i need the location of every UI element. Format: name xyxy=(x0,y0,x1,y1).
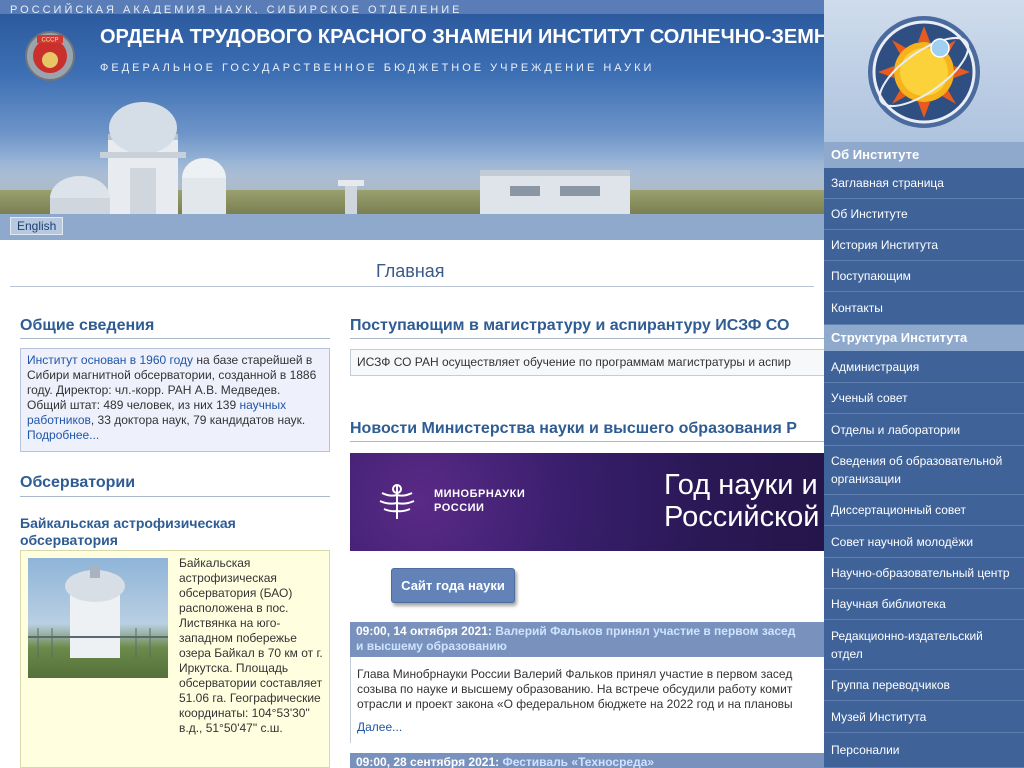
founded-link[interactable]: Институт основан в 1960 году xyxy=(27,353,193,367)
news-item-time: 09:00, 28 сентября 2021: xyxy=(356,755,500,768)
nav-item-personalia[interactable]: Персоналии xyxy=(824,733,1024,768)
nav-item-administration[interactable]: Администрация xyxy=(824,351,1024,383)
english-language-button[interactable]: English xyxy=(10,217,64,235)
right-sidebar: Об Институте Заглавная страница Об Инсти… xyxy=(824,0,1024,768)
general-info-box: Институт основан в 1960 году на базе ста… xyxy=(20,348,330,452)
nav-item-museum[interactable]: Музей Института xyxy=(824,701,1024,733)
nav-item-departments[interactable]: Отделы и лаборатории xyxy=(824,414,1024,446)
ministry-name-line-1: МИНОБРНАУКИ xyxy=(434,488,526,500)
admission-heading[interactable]: Поступающим в магистратуру и аспирантуру… xyxy=(350,317,789,335)
more-link[interactable]: Подробнее... xyxy=(27,428,99,442)
nav-item-academic-council[interactable]: Ученый совет xyxy=(824,383,1024,414)
news-item-header: 09:00, 28 сентября 2021: Фестиваль «Техн… xyxy=(350,753,824,768)
year-of-science-banner[interactable]: МИНОБРНАУКИ РОССИИ Год науки и Российско… xyxy=(350,453,824,551)
logo-panel xyxy=(824,0,1024,142)
news-item-title-link[interactable]: Валерий Фальков принял участие в первом … xyxy=(495,624,795,638)
news-item-title-link-cont[interactable]: и высшему образованию xyxy=(356,639,507,653)
ministry-name: МИНОБРНАУКИ РОССИИ xyxy=(434,487,525,515)
year-of-science-line-1: Год науки и xyxy=(664,469,818,501)
nav-item-contacts[interactable]: Контакты xyxy=(824,292,1024,325)
nav-item-history[interactable]: История Института xyxy=(824,230,1024,261)
news-item-text: Глава Минобрнауки России Валерий Фальков… xyxy=(357,667,793,711)
institute-title: ОРДЕНА ТРУДОВОГО КРАСНОГО ЗНАМЕНИ ИНСТИТ… xyxy=(100,26,824,48)
header-banner: СССР ОРДЕНА ТРУДОВОГО КРАСНОГО ЗНАМЕНИ И… xyxy=(0,14,824,214)
top-strip: РОССИЙСКАЯ АКАДЕМИЯ НАУК, СИБИРСКОЕ ОТДЕ… xyxy=(0,0,824,16)
admission-text-box: ИСЗФ СО РАН осуществляет обучение по про… xyxy=(350,349,824,376)
page-title: Главная xyxy=(376,261,445,281)
badge-text: СССР xyxy=(41,38,58,44)
year-of-science-slogan: Год науки и Российской xyxy=(664,469,819,533)
ministry-news-divider xyxy=(350,441,824,442)
nav-item-translators[interactable]: Группа переводчиков xyxy=(824,670,1024,701)
baikal-observatory-photo[interactable] xyxy=(28,558,168,678)
observatories-divider xyxy=(20,496,330,497)
baikal-observatory-box: Байкальская астрофизическая обсерватория… xyxy=(20,550,330,768)
nav-item-library[interactable]: Научная библиотека xyxy=(824,589,1024,620)
observatory-photo-icon xyxy=(28,566,168,658)
ministry-news-heading[interactable]: Новости Министерства науки и высшего обр… xyxy=(350,420,797,438)
news-item-body: Глава Минобрнауки России Валерий Фальков… xyxy=(350,657,824,743)
baikal-observatory-title[interactable]: Байкальская астрофизическая обсерватория xyxy=(20,515,330,549)
news-item-header: 09:00, 14 октября 2021: Валерий Фальков … xyxy=(350,622,824,657)
general-text-2: , 33 доктора наук, 79 кандидатов наук. xyxy=(90,413,306,427)
nav-item-about[interactable]: Об Институте xyxy=(824,199,1024,230)
news-item-title-link[interactable]: Фестиваль «Техносреда» xyxy=(502,755,654,768)
title-divider xyxy=(10,286,814,287)
nav-item-young-scientists[interactable]: Совет научной молодёжи xyxy=(824,526,1024,558)
nav-item-education-info[interactable]: Сведения об образовательной организации xyxy=(824,446,1024,495)
nav-item-applicants[interactable]: Поступающим xyxy=(824,261,1024,292)
general-info-heading: Общие сведения xyxy=(20,317,155,334)
year-of-science-line-2: Российской xyxy=(664,501,820,533)
nav-item-education-center[interactable]: Научно-образовательный центр xyxy=(824,558,1024,589)
nav-item-publishing[interactable]: Редакционно-издательский отдел xyxy=(824,620,1024,670)
nav-group-structure[interactable]: Структура Института xyxy=(824,325,1024,351)
nav-group-about[interactable]: Об Институте xyxy=(824,142,1024,168)
observatories-heading: Обсерватории xyxy=(20,474,136,491)
general-info-divider xyxy=(20,338,330,339)
admission-divider xyxy=(350,338,824,339)
year-of-science-site-button[interactable]: Сайт года науки xyxy=(391,568,515,603)
nav-item-dissertation-council[interactable]: Диссертационный совет xyxy=(824,495,1024,526)
news-item-header-line: 09:00, 14 октября 2021: Валерий Фальков … xyxy=(356,624,818,639)
nav-item-home[interactable]: Заглавная страница xyxy=(824,168,1024,199)
baikal-observatory-description: Байкальская астрофизическая обсерватория… xyxy=(179,556,323,735)
language-bar: English xyxy=(0,214,824,240)
observatory-illustration xyxy=(50,102,630,214)
institute-subtitle: ФЕДЕРАЛЬНОЕ ГОСУДАРСТВЕННОЕ БЮДЖЕТНОЕ УЧ… xyxy=(100,62,655,74)
news-item-more-link[interactable]: Далее... xyxy=(357,720,818,735)
institute-sun-logo-icon[interactable] xyxy=(864,12,984,132)
order-badge-icon: СССР xyxy=(25,31,75,81)
news-item-time: 09:00, 14 октября 2021: xyxy=(356,624,492,638)
ministry-name-line-2: РОССИИ xyxy=(434,502,485,514)
eagle-emblem-icon xyxy=(379,484,415,519)
